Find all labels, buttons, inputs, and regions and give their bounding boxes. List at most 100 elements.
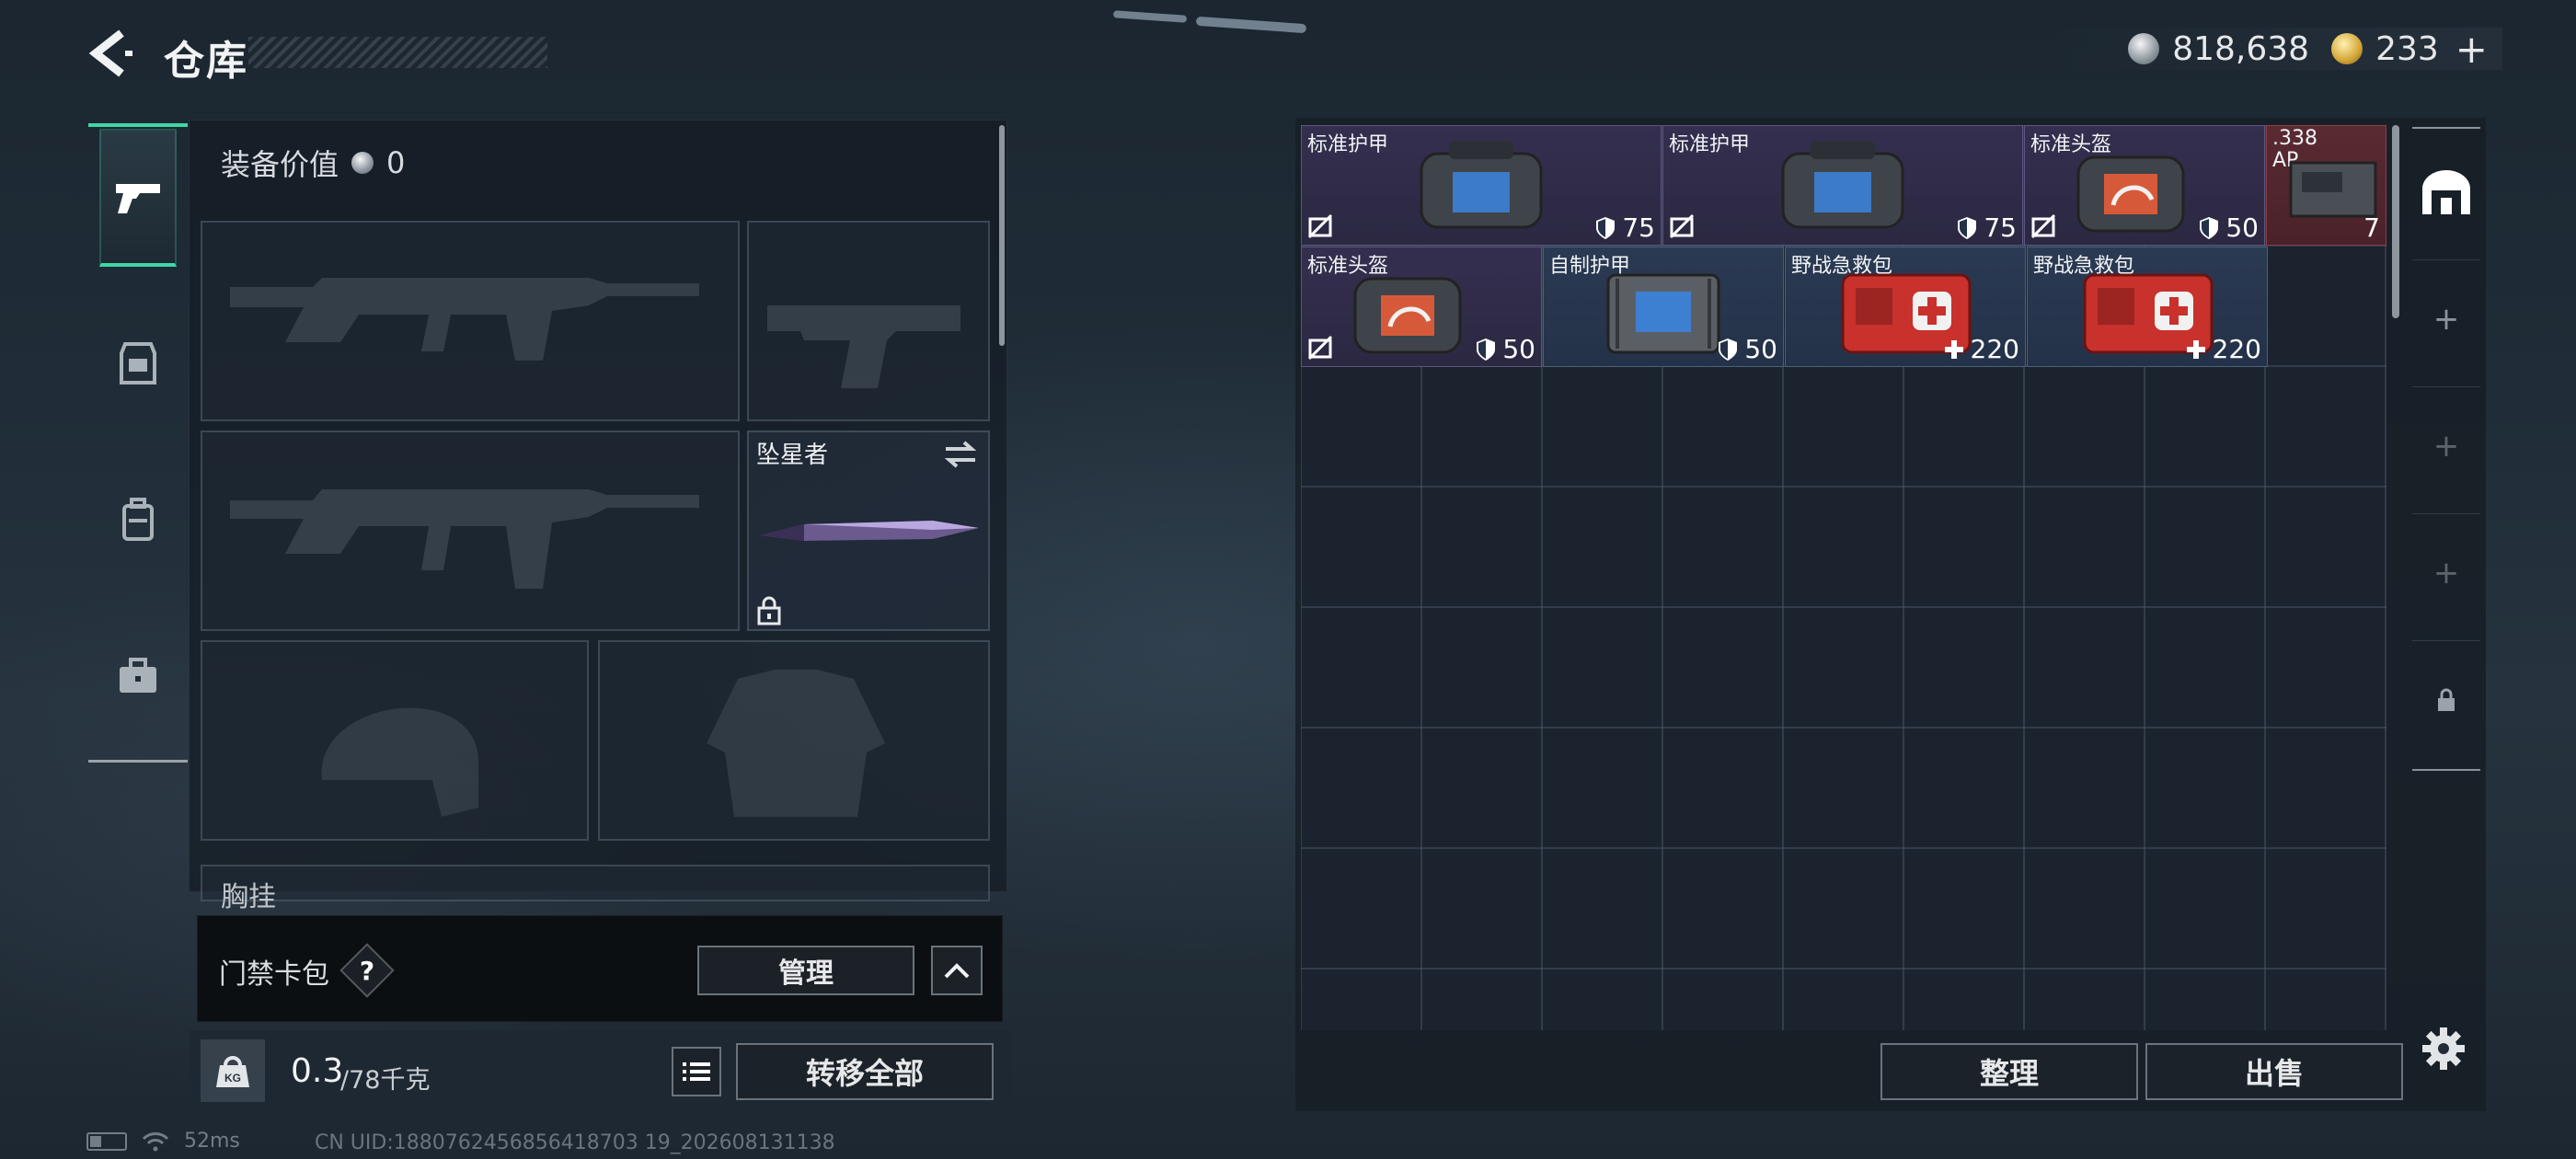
durability-value: 75 xyxy=(1622,212,1655,243)
helmet-bag-icon xyxy=(2076,155,2185,233)
ping-value: 52ms xyxy=(184,1130,240,1153)
currency-bar: 818,638 233 + xyxy=(2061,27,2502,72)
item-name: 标准护甲 xyxy=(1669,133,1751,156)
ammo-box-icon xyxy=(2289,161,2377,218)
sidebar-divider xyxy=(88,123,188,127)
item-heal-amount: 220 xyxy=(2185,334,2261,364)
storage-tab-add[interactable]: + xyxy=(2412,259,2480,377)
weight-current: 0.3 xyxy=(291,1052,344,1090)
storage-tab-add[interactable]: + xyxy=(2412,513,2480,631)
settings-button[interactable] xyxy=(2416,1021,2471,1076)
keycard-label: 门禁卡包 xyxy=(219,958,329,991)
gear-value: 装备价值 0 xyxy=(221,142,405,184)
melee-item-name: 坠星者 xyxy=(756,442,829,469)
item-name: 标准护甲 xyxy=(1307,133,1389,156)
silver-coin-icon xyxy=(351,152,374,174)
storage-item-helmet[interactable]: 标准头盔 50 xyxy=(1301,247,1542,367)
plus-icon: + xyxy=(2432,427,2460,465)
storage-tab-add[interactable]: + xyxy=(2412,386,2480,504)
homemade-armor-icon xyxy=(1606,273,1720,354)
manage-button[interactable]: 管理 xyxy=(697,946,914,995)
helmet-silhouette-icon xyxy=(321,707,478,817)
gear-icon xyxy=(2422,1027,2465,1070)
pistol-silhouette-icon xyxy=(767,305,960,388)
durability-value: 50 xyxy=(2225,212,2259,243)
gold-amount: 233 xyxy=(2375,29,2439,68)
tab-kit[interactable] xyxy=(99,607,177,745)
chest-rig-label: 胸挂 xyxy=(221,881,276,913)
shield-icon xyxy=(2200,216,2219,239)
shield-icon xyxy=(1719,338,1738,361)
helmet-bag-icon xyxy=(1353,277,1462,354)
item-durability: 50 xyxy=(1475,334,1535,364)
storage-item-armor[interactable]: 标准护甲 75 xyxy=(1662,125,2023,246)
backpack-icon xyxy=(122,498,154,541)
kettlebell-icon: KG xyxy=(216,1056,249,1087)
lock-icon xyxy=(2438,688,2455,711)
user-uid: CN UID:1880762456856418703 19_2026081311… xyxy=(315,1131,835,1154)
primary-weapon-slot-2[interactable] xyxy=(201,430,740,631)
silver-amount: 818,638 xyxy=(2172,29,2310,68)
plus-icon: + xyxy=(2432,300,2460,338)
broken-durability-icon xyxy=(2030,213,2056,239)
tab-armor[interactable] xyxy=(99,294,177,432)
collapse-button[interactable] xyxy=(931,946,983,995)
plus-icon: + xyxy=(2432,554,2460,591)
rail-divider xyxy=(2412,127,2480,129)
sidebar-divider xyxy=(88,760,188,763)
ceiling-light xyxy=(1195,16,1307,34)
plus-icon xyxy=(2186,339,2205,359)
storage-item-ammo[interactable]: .338 AP 7 xyxy=(2266,125,2386,246)
add-currency-button[interactable]: + xyxy=(2455,27,2488,72)
loadout-scrollbar[interactable] xyxy=(999,125,1005,346)
plus-icon xyxy=(1944,339,1963,359)
list-view-button[interactable] xyxy=(672,1047,721,1096)
ceiling-light xyxy=(1112,10,1188,23)
shield-icon xyxy=(1958,216,1977,239)
weight-max: /78千克 xyxy=(340,1066,431,1095)
gear-value-amount: 0 xyxy=(386,145,406,180)
sort-button[interactable]: 整理 xyxy=(1880,1043,2138,1100)
armor-slot[interactable] xyxy=(598,640,990,841)
rifle-silhouette-icon xyxy=(230,278,699,361)
helmet-slot[interactable] xyxy=(201,640,589,841)
broken-durability-icon xyxy=(1307,213,1333,239)
storage-item-armor[interactable]: 标准护甲 75 xyxy=(1301,125,1662,246)
storage-item-medkit[interactable]: 野战急救包 220 xyxy=(1785,247,2026,367)
durability-value: 50 xyxy=(1744,334,1777,364)
back-button[interactable] xyxy=(85,26,140,81)
heal-value: 220 xyxy=(2212,334,2261,364)
gold-coin-icon xyxy=(2331,33,2363,64)
title-decoration xyxy=(248,37,547,68)
primary-weapon-slot-1[interactable] xyxy=(201,221,740,421)
armor-vest-icon xyxy=(1420,141,1543,229)
gear-value-label: 装备价值 xyxy=(221,147,339,182)
storage-item-helmet[interactable]: 标准头盔 50 xyxy=(2024,125,2265,246)
secondary-weapon-slot[interactable] xyxy=(747,221,990,421)
armor-vest-icon xyxy=(1781,141,1904,229)
status-row: 52ms xyxy=(86,1130,240,1153)
item-count: 7 xyxy=(2363,212,2380,243)
storage-scrollbar[interactable] xyxy=(2392,125,2399,318)
storage-grid[interactable]: 标准护甲 75 标准护甲 75 标准头盔 50 .338 AP 7 标准头盔 5… xyxy=(1301,125,2386,1030)
broken-durability-icon xyxy=(1669,213,1695,239)
page-title: 仓库 xyxy=(164,38,248,85)
wifi-icon xyxy=(142,1131,169,1151)
pistol-icon xyxy=(116,184,160,213)
battery-icon xyxy=(86,1131,127,1151)
vest-silhouette-icon xyxy=(707,670,885,817)
sell-button[interactable]: 出售 xyxy=(2145,1043,2403,1100)
transfer-all-button[interactable]: 转移全部 xyxy=(736,1043,994,1100)
tab-backpack[interactable] xyxy=(99,451,177,589)
storage-tab-main[interactable] xyxy=(2412,134,2480,252)
chest-rig-slot[interactable] xyxy=(201,865,990,901)
storage-item-armor[interactable]: 自制护甲 50 xyxy=(1543,247,1784,367)
swap-icon[interactable] xyxy=(942,440,979,469)
storage-tab-locked[interactable] xyxy=(2412,640,2480,758)
weight-icon: KG xyxy=(201,1039,265,1102)
storage-item-medkit[interactable]: 野战急救包 220 xyxy=(2027,247,2268,367)
warehouse-icon xyxy=(2422,170,2470,214)
shield-icon xyxy=(1477,338,1496,361)
tab-weapons[interactable] xyxy=(99,129,177,267)
item-durability: 75 xyxy=(1956,212,2017,243)
